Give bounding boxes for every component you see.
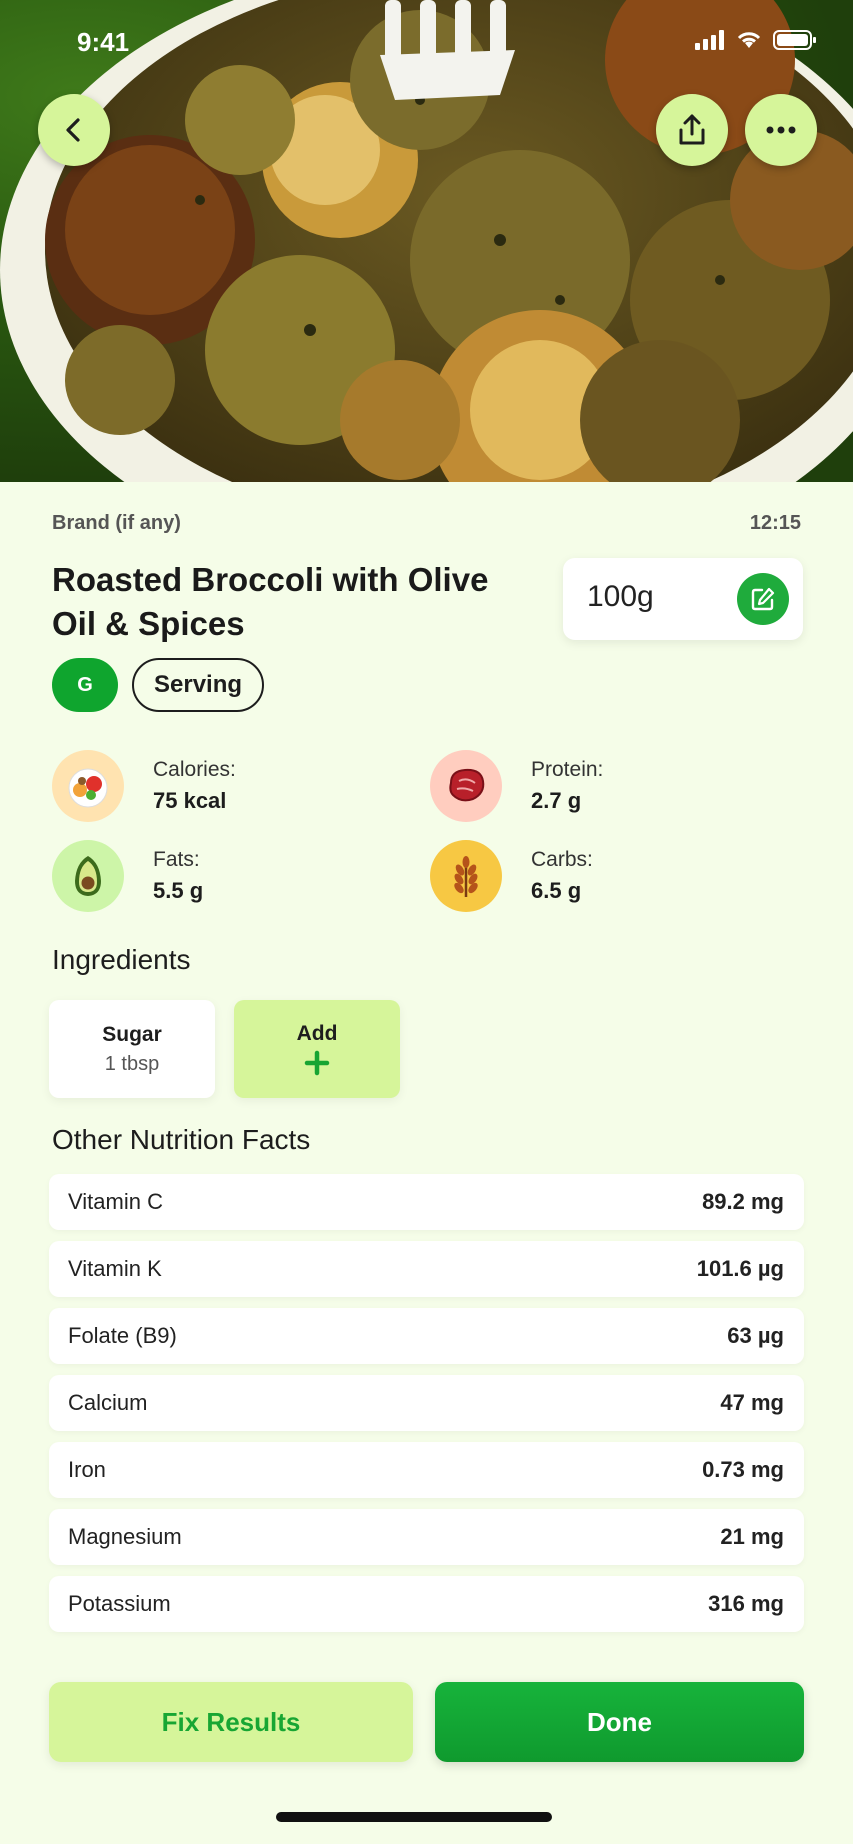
- macro-calories: Calories: 75 kcal: [52, 750, 412, 822]
- signal-icon: [695, 30, 724, 50]
- nutrient-name: Folate (B9): [68, 1323, 177, 1348]
- nutrient-value: 316 mg: [708, 1591, 784, 1616]
- status-bar: 9:41: [0, 0, 853, 88]
- nutrition-row: Calcium 47 mg: [49, 1375, 804, 1431]
- nutrition-row: Vitamin K 101.6 µg: [49, 1241, 804, 1297]
- avocado-icon: [52, 840, 124, 912]
- add-ingredient-button[interactable]: Add: [234, 1000, 400, 1098]
- nutrient-value: 89.2 mg: [702, 1189, 784, 1214]
- macro-protein: Protein: 2.7 g: [430, 750, 790, 822]
- weight-value: 100g: [587, 580, 654, 613]
- nutrient-name: Iron: [68, 1457, 106, 1482]
- ingredient-card[interactable]: Sugar 1 tbsp: [49, 1000, 215, 1098]
- brand-label[interactable]: Brand (if any): [52, 512, 181, 535]
- nutrition-row: Potassium 316 mg: [49, 1576, 804, 1632]
- macro-label: Calories:: [153, 758, 236, 781]
- macro-value: 5.5 g: [153, 878, 204, 903]
- macro-label: Protein:: [531, 758, 604, 781]
- nutrient-value: 21 mg: [720, 1524, 784, 1549]
- home-indicator: [276, 1812, 552, 1822]
- macro-fats: Fats: 5.5 g: [52, 840, 412, 912]
- edit-icon: [751, 587, 775, 611]
- status-time: 9:41: [77, 27, 130, 57]
- macro-carbs: Carbs: 6.5 g: [430, 840, 790, 912]
- chevron-left-icon: [66, 118, 80, 142]
- nutrient-value: 63 µg: [727, 1323, 784, 1348]
- ingredients-title: Ingredients: [52, 944, 191, 975]
- status-icons: [695, 30, 817, 50]
- nutrition-row: Iron 0.73 mg: [49, 1442, 804, 1498]
- fix-results-button[interactable]: Fix Results: [49, 1682, 413, 1762]
- macro-value: 6.5 g: [531, 878, 582, 903]
- share-button[interactable]: [656, 94, 728, 166]
- steak-icon: [430, 750, 502, 822]
- edit-weight-button[interactable]: [737, 573, 789, 625]
- back-button[interactable]: [38, 94, 110, 166]
- nutrient-name: Vitamin C: [68, 1189, 163, 1214]
- nutrient-value: 0.73 mg: [702, 1457, 784, 1482]
- macro-value: 2.7 g: [531, 788, 582, 813]
- unit-serving-button[interactable]: Serving: [132, 658, 265, 712]
- macro-value: 75 kcal: [153, 788, 227, 813]
- nutrition-row: Vitamin C 89.2 mg: [49, 1174, 804, 1230]
- plus-icon: [304, 1050, 330, 1076]
- food-plate-icon: [52, 750, 124, 822]
- done-button[interactable]: Done: [435, 1682, 804, 1762]
- ingredient-name: Sugar: [102, 1022, 162, 1046]
- meal-time: 12:15: [749, 512, 801, 534]
- macro-label: Fats:: [153, 848, 200, 871]
- nutrient-name: Calcium: [68, 1390, 148, 1415]
- food-title: Roasted Broccoli with Olive Oil & Spices: [52, 561, 489, 642]
- macro-label: Carbs:: [531, 848, 593, 871]
- unit-selector: G Serving: [52, 658, 265, 712]
- add-label: Add: [296, 1022, 338, 1045]
- ellipsis-icon: [766, 126, 796, 134]
- unit-grams-button[interactable]: G: [52, 658, 118, 712]
- nutrition-title: Other Nutrition Facts: [52, 1124, 311, 1155]
- weight-field[interactable]: 100g: [563, 558, 803, 640]
- wheat-icon: [430, 840, 502, 912]
- nutrient-value: 101.6 µg: [696, 1256, 784, 1281]
- nutrition-list: Vitamin C 89.2 mg Vitamin K 101.6 µg Fol…: [49, 1174, 804, 1643]
- ingredient-qty: 1 tbsp: [104, 1052, 160, 1075]
- nutrient-name: Vitamin K: [68, 1256, 162, 1281]
- more-options-button[interactable]: [745, 94, 817, 166]
- nutrient-name: Potassium: [68, 1591, 171, 1616]
- nutrition-row: Magnesium 21 mg: [49, 1509, 804, 1565]
- battery-icon: [773, 30, 816, 50]
- wifi-icon: [737, 32, 761, 48]
- nutrition-row: Folate (B9) 63 µg: [49, 1308, 804, 1364]
- nutrient-value: 47 mg: [720, 1390, 784, 1415]
- nutrient-name: Magnesium: [68, 1524, 182, 1549]
- share-icon: [679, 114, 705, 145]
